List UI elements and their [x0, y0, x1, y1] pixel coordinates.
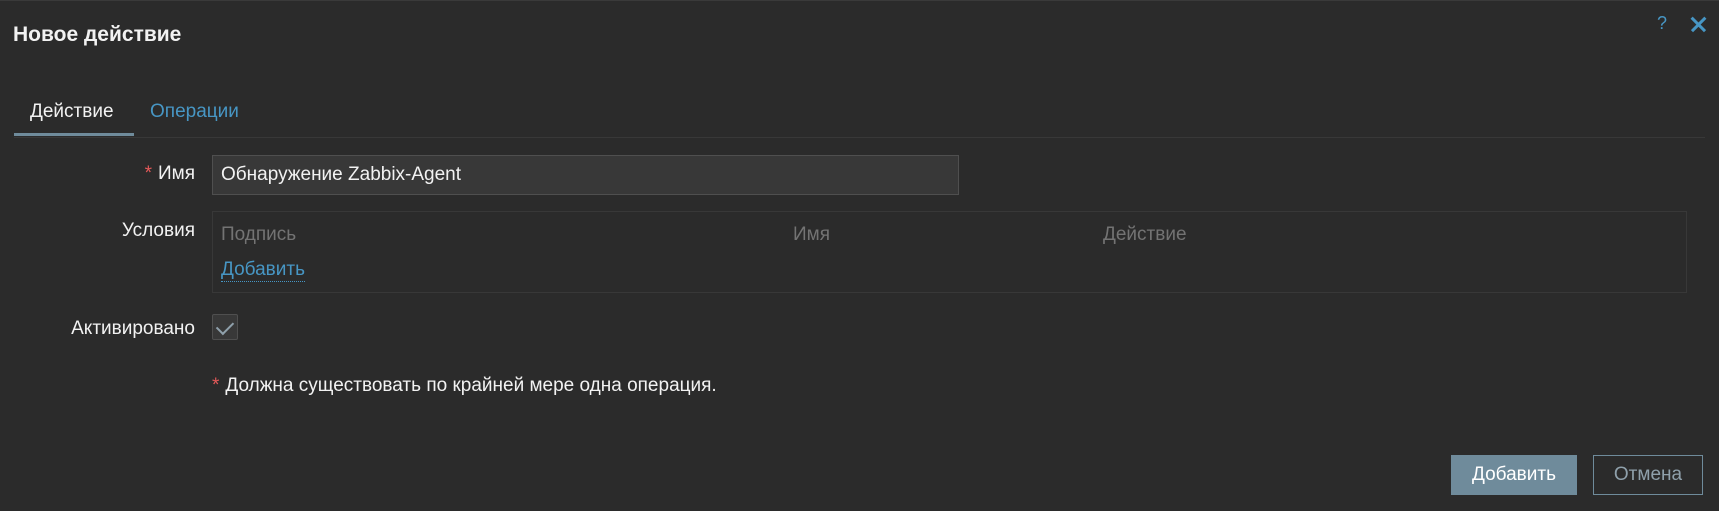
column-header-label: Подпись — [221, 224, 297, 245]
cancel-button[interactable]: Отмена — [1593, 455, 1703, 495]
notice-text: Должна существовать по крайней мере одна… — [225, 375, 717, 396]
name-label: * Имя — [145, 163, 195, 185]
column-header-action: Действие — [1103, 224, 1187, 245]
dialog-title: Новое действие — [13, 23, 182, 46]
checkmark-icon — [215, 316, 235, 336]
close-icon[interactable] — [1687, 13, 1709, 35]
notice-required-mark: * — [212, 375, 220, 396]
tab-action[interactable]: Действие — [14, 101, 134, 136]
name-input[interactable] — [212, 155, 959, 195]
enabled-checkbox[interactable] — [212, 314, 238, 340]
tab-bar: Действие Операции — [14, 89, 1705, 138]
conditions-label: Условия — [121, 220, 195, 241]
tab-operations[interactable]: Операции — [150, 101, 239, 123]
name-label-text: Имя — [157, 163, 195, 184]
operation-required-notice: * Должна существовать по крайней мере одн… — [212, 375, 717, 397]
new-action-dialog: Новое действие ? Действие Операции * Имя … — [0, 0, 1719, 511]
help-icon[interactable]: ? — [1657, 11, 1667, 35]
dialog-header-icons: ? — [1657, 11, 1709, 35]
conditions-table: Подпись Имя Действие Добавить — [212, 211, 1687, 293]
required-mark: * — [144, 163, 152, 184]
column-header-name: Имя — [793, 224, 831, 245]
add-button[interactable]: Добавить — [1451, 455, 1577, 495]
enabled-label: Активировано — [71, 318, 195, 339]
add-condition-link[interactable]: Добавить — [221, 259, 305, 282]
